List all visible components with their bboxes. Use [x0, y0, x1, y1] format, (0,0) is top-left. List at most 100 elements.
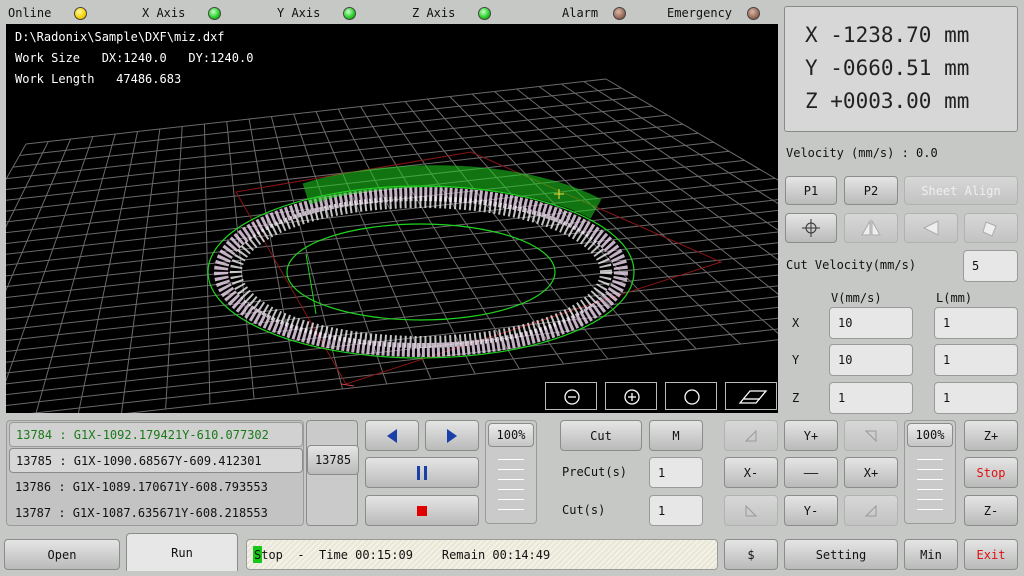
cut-button[interactable]: Cut — [560, 420, 642, 451]
jog-override-value[interactable]: 100% — [907, 423, 953, 447]
zoom-out-button[interactable] — [545, 382, 597, 410]
jog-down-left-button[interactable] — [724, 495, 778, 526]
gcode-list[interactable]: 13784 : G1X-1092.179421Y-610.077302 1378… — [6, 420, 304, 526]
z-axis-led-icon — [478, 7, 491, 20]
jog-x-minus-button[interactable]: X- — [724, 457, 778, 488]
z-axis-label: Z Axis — [412, 6, 456, 20]
clear-view-button[interactable] — [725, 382, 777, 410]
online-label: Online — [8, 6, 52, 20]
file-path: D:\Radonix\Sample\DXF\miz.dxf — [15, 30, 225, 44]
rotate-icon — [982, 221, 997, 237]
jog-down-right-button[interactable] — [844, 495, 898, 526]
sheet-align-button[interactable]: Sheet Align — [904, 176, 1018, 205]
mirror-button[interactable] — [844, 213, 898, 243]
cut-velocity-input[interactable]: 5 — [963, 250, 1018, 282]
triangle-right-icon — [447, 428, 457, 443]
z-velocity-input[interactable]: 1 — [829, 382, 913, 414]
line-number-panel: 13785 — [306, 420, 359, 526]
work-length: Work Length 47486.683 — [15, 72, 182, 86]
jog-z-plus-button[interactable]: Z+ — [964, 420, 1018, 451]
exit-button[interactable]: Exit — [964, 539, 1018, 570]
z-coordinate: Z +0003.00 mm — [805, 89, 970, 113]
jog-override-slider[interactable]: 100% — [904, 420, 956, 524]
zoom-out-icon — [564, 389, 580, 405]
run-state-text: Stop — [254, 547, 283, 562]
z-length-input[interactable]: 1 — [934, 382, 1018, 414]
minimize-button[interactable]: Min — [904, 539, 958, 570]
stop-program-button[interactable] — [365, 495, 479, 526]
gcode-line[interactable]: 13787 : G1X-1087.635671Y-608.218553 — [9, 500, 303, 525]
x-coordinate: X -1238.70 mm — [805, 23, 970, 47]
x-length-input[interactable]: 1 — [934, 307, 1018, 339]
jog-center-button[interactable]: —— — [784, 457, 838, 488]
triangle-left-icon — [387, 428, 397, 443]
flip-icon — [922, 220, 939, 236]
mirror-icon — [861, 219, 881, 236]
emergency-led-icon — [747, 7, 760, 20]
zoom-fit-icon — [684, 389, 700, 405]
gcode-line[interactable]: 13784 : G1X-1092.179421Y-610.077302 — [9, 422, 303, 447]
length-column-header: L(mm) — [936, 291, 973, 305]
eraser-icon — [738, 390, 768, 404]
x-axis-led-icon — [208, 7, 221, 20]
arrow-down-right-icon — [865, 504, 877, 516]
feed-override-value[interactable]: 100% — [488, 423, 534, 447]
online-led-icon — [74, 7, 87, 20]
cut-time-label: Cut(s) — [562, 503, 606, 517]
y-length-input[interactable]: 1 — [934, 344, 1018, 376]
x-velocity-input[interactable]: 10 — [829, 307, 913, 339]
set-origin-button[interactable] — [785, 213, 837, 243]
jog-row-axis-z: Z — [792, 391, 800, 405]
arrow-down-left-icon — [745, 504, 757, 516]
cut-time-input[interactable]: 1 — [649, 495, 703, 526]
alarm-label: Alarm — [562, 6, 599, 20]
jog-z-minus-button[interactable]: Z- — [964, 495, 1018, 526]
toolpath-viewport[interactable]: D:\Radonix\Sample\DXF\miz.dxf Work Size … — [6, 24, 778, 413]
pause-icon — [417, 465, 427, 480]
velocity-column-header: V(mm/s) — [831, 291, 882, 305]
zoom-fit-button[interactable] — [665, 382, 717, 410]
emergency-label: Emergency — [667, 6, 733, 20]
jog-y-minus-button[interactable]: Y- — [784, 495, 838, 526]
run-tab[interactable]: Run — [126, 533, 238, 571]
rotate-right-button[interactable] — [964, 213, 1018, 243]
jog-stop-button[interactable]: Stop — [964, 457, 1018, 488]
jog-up-left-button[interactable] — [724, 420, 778, 451]
y-axis-label: Y Axis — [277, 6, 321, 20]
work-size: Work Size DX:1240.0 DY:1240.0 — [15, 51, 254, 65]
goto-line-button[interactable]: 13785 — [307, 445, 359, 475]
gcode-line[interactable]: 13786 : G1X-1089.170671Y-608.793553 — [9, 474, 303, 499]
y-coordinate: Y -0660.51 mm — [805, 56, 970, 80]
stop-square-icon — [417, 505, 427, 516]
jog-up-right-button[interactable] — [844, 420, 898, 451]
alarm-led-icon — [613, 7, 626, 20]
x-axis-label: X Axis — [142, 6, 186, 20]
origin-marker — [340, 383, 355, 387]
gcode-line[interactable]: 13785 : G1X-1090.68567Y-609.412301 — [9, 448, 303, 473]
p1-button[interactable]: P1 — [785, 176, 837, 205]
pause-button[interactable] — [365, 457, 479, 488]
cut-velocity-label: Cut Velocity(mm/s) — [786, 258, 917, 272]
precut-label: PreCut(s) — [562, 465, 628, 479]
zoom-in-icon — [624, 389, 640, 405]
run-time-text: - Time 00:15:09 Remain 00:14:49 — [282, 547, 551, 562]
jog-y-plus-button[interactable]: Y+ — [784, 420, 838, 451]
open-tab[interactable]: Open — [4, 539, 120, 570]
step-forward-button[interactable] — [425, 420, 479, 451]
console-button[interactable]: $ — [724, 539, 778, 570]
precut-input[interactable]: 1 — [649, 457, 703, 488]
rotate-left-button[interactable] — [904, 213, 958, 243]
jog-x-plus-button[interactable]: X+ — [844, 457, 898, 488]
setting-button[interactable]: Setting — [784, 539, 898, 570]
feed-override-slider[interactable]: 100% — [485, 420, 537, 524]
y-velocity-input[interactable]: 10 — [829, 344, 913, 376]
step-back-button[interactable] — [365, 420, 419, 451]
arrow-up-left-icon — [745, 429, 757, 441]
m-button[interactable]: M — [649, 420, 703, 451]
crosshair-icon — [802, 219, 820, 237]
zoom-in-button[interactable] — [605, 382, 657, 410]
jog-row-axis-x: X — [792, 316, 800, 330]
velocity-readout: Velocity (mm/s) : 0.0 — [786, 146, 938, 160]
y-axis-led-icon — [343, 7, 356, 20]
p2-button[interactable]: P2 — [844, 176, 898, 205]
